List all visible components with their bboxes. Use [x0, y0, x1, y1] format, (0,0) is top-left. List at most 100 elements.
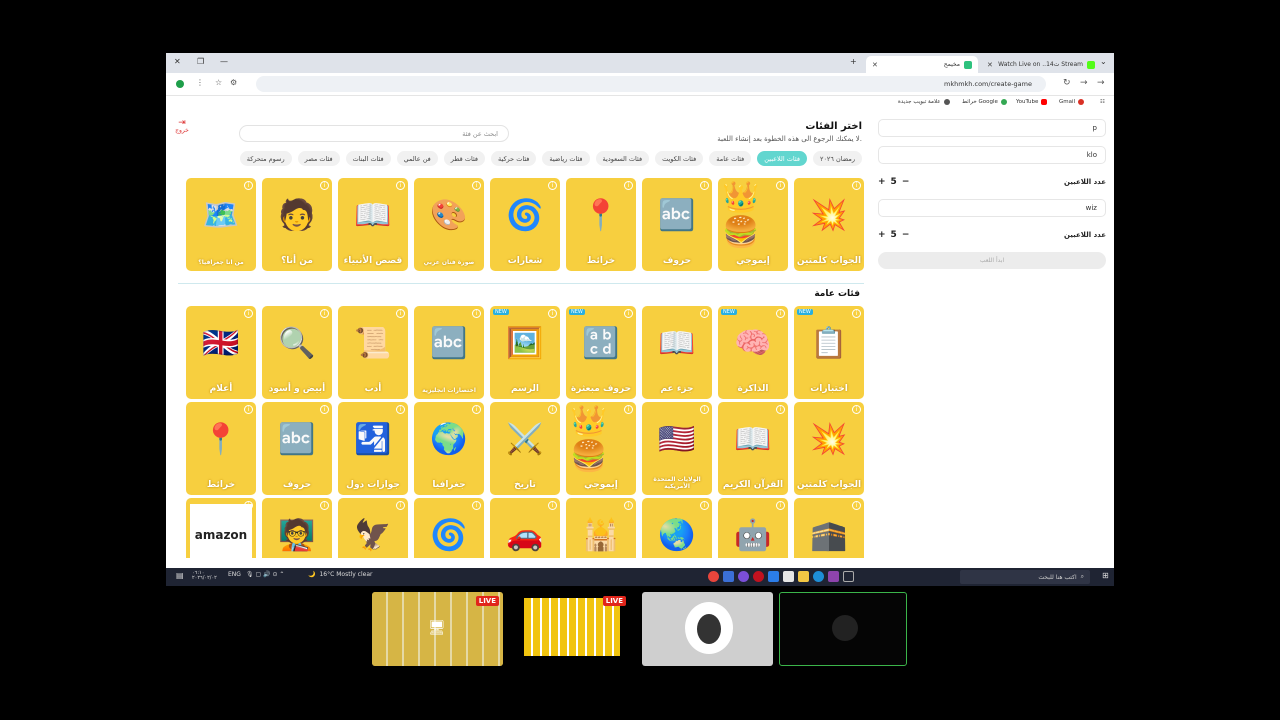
taskbar-search-input[interactable]: اكتب هنا للبحث ⌕	[960, 570, 1090, 584]
info-icon[interactable]: i	[548, 181, 557, 190]
info-icon[interactable]: i	[548, 501, 557, 510]
info-icon[interactable]: i	[320, 309, 329, 318]
exit-button[interactable]: ⇥ خروج	[174, 119, 190, 135]
category-chip[interactable]: رسوم متحركة	[239, 151, 292, 166]
category-chip[interactable]: فن عالمي	[396, 151, 438, 166]
category-card[interactable]: 🇺🇸 i الولايات المتحدة الأمريكية	[642, 402, 712, 495]
increment-button[interactable]: +	[878, 177, 886, 187]
category-card[interactable]: 🌍 i جغرافيا	[414, 402, 484, 495]
category-card[interactable]: 🌏 i	[642, 498, 712, 558]
store-icon[interactable]	[783, 571, 794, 582]
weather-widget[interactable]: 🌙 16°C Mostly clear	[308, 571, 372, 578]
info-icon[interactable]: i	[852, 501, 861, 510]
info-icon[interactable]: i	[624, 405, 633, 414]
participant-tile-speaking[interactable]	[779, 592, 907, 666]
category-card[interactable]: 🧑 i من أنا؟	[262, 178, 332, 271]
category-card[interactable]: 🗺️ i من انا جغرافيا؟	[186, 178, 256, 271]
category-card[interactable]: 📖 i قصص الأنبياء	[338, 178, 408, 271]
tab-search-icon[interactable]: ⌄	[1100, 57, 1107, 66]
reload-icon[interactable]: ↻	[1063, 78, 1071, 88]
info-icon[interactable]: i	[396, 309, 405, 318]
category-card[interactable]: 📜 i أدب	[338, 306, 408, 399]
bookmark-youtube[interactable]: YouTube	[1016, 99, 1048, 105]
category-chip[interactable]: فئات حركية	[491, 151, 537, 166]
category-card[interactable]: 🤖 i	[718, 498, 788, 558]
category-chip[interactable]: فئات اللاعبين	[757, 151, 807, 166]
team1-name-field[interactable]: p	[878, 119, 1106, 137]
category-chip[interactable]: رمضان ٢٠٢٦	[812, 151, 862, 166]
bookmark-gmail[interactable]: Gmail	[1059, 99, 1085, 105]
category-card[interactable]: 🛂 i جوازات دول	[338, 402, 408, 495]
new-tab-button[interactable]: +	[850, 57, 857, 66]
category-card[interactable]: 🔤 i حروف	[642, 178, 712, 271]
profile-avatar[interactable]	[176, 80, 184, 88]
info-icon[interactable]: i	[396, 405, 405, 414]
category-chip[interactable]: فئات قطر	[443, 151, 486, 166]
stream-preview-tile[interactable]: 🖥 LIVE	[372, 592, 503, 666]
bookmark-maps[interactable]: خرائط Google	[962, 99, 1007, 105]
category-chip[interactable]: فئات السعودية	[595, 151, 650, 166]
category-card[interactable]: 💥 i الجواب كلمتين	[794, 178, 864, 271]
info-icon[interactable]: i	[852, 405, 861, 414]
info-icon[interactable]: i	[244, 309, 253, 318]
info-icon[interactable]: i	[472, 309, 481, 318]
info-icon[interactable]: i	[548, 309, 557, 318]
task-view-icon[interactable]	[843, 571, 854, 582]
category-card[interactable]: 🔤 i حروف	[262, 402, 332, 495]
menu-dots-icon[interactable]: ⋮	[196, 78, 204, 87]
info-icon[interactable]: i	[472, 181, 481, 190]
info-icon[interactable]: i	[244, 501, 253, 510]
team2-name-field[interactable]: wiz	[878, 199, 1106, 217]
mail-icon[interactable]	[768, 571, 779, 582]
team1-second-field[interactable]: klo	[878, 146, 1106, 164]
info-icon[interactable]: i	[776, 181, 785, 190]
category-card[interactable]: 🎨 i صورة فنان عربي	[414, 178, 484, 271]
category-card[interactable]: 👑🍔 i إيموجي	[566, 402, 636, 495]
category-card[interactable]: 📋 i NEW اختبارات	[794, 306, 864, 399]
bookmark-new-tab[interactable]: علامة تبويب جديدة	[898, 99, 950, 105]
tab-active[interactable]: ✕ مخيمح	[866, 56, 978, 73]
category-card[interactable]: 🔍 i أبيض و أسود	[262, 306, 332, 399]
app-icon[interactable]	[723, 571, 734, 582]
category-card[interactable]: 🧠 i NEW الذاكرة	[718, 306, 788, 399]
back-icon[interactable]: →	[1097, 78, 1105, 88]
increment-button[interactable]: +	[878, 230, 886, 240]
info-icon[interactable]: i	[624, 181, 633, 190]
close-tab-icon[interactable]: ✕	[872, 61, 878, 69]
decrement-button[interactable]: −	[902, 230, 910, 240]
category-card[interactable]: 🌀 i شعارات	[490, 178, 560, 271]
edge-icon[interactable]	[813, 571, 824, 582]
info-icon[interactable]: i	[776, 405, 785, 414]
category-card[interactable]: 🇬🇧 i أعلام	[186, 306, 256, 399]
category-chip[interactable]: فئات الكويت	[655, 151, 704, 166]
close-tab-icon[interactable]: ✕	[987, 61, 993, 69]
extension-icon[interactable]: ⚙	[230, 78, 237, 87]
info-icon[interactable]: i	[320, 501, 329, 510]
info-icon[interactable]: i	[700, 309, 709, 318]
url-field[interactable]: mkhmkh.com/create-game	[256, 76, 1046, 92]
tray-icons[interactable]: 🎙 ▢ 🔊 ⊙ ⌃	[246, 571, 284, 578]
info-icon[interactable]: i	[776, 501, 785, 510]
info-icon[interactable]: i	[472, 501, 481, 510]
category-card[interactable]: 🦅 i	[338, 498, 408, 558]
info-icon[interactable]: i	[320, 181, 329, 190]
close-window-icon[interactable]: ✕	[174, 57, 181, 66]
category-card[interactable]: 📖 i القرآن الكريم	[718, 402, 788, 495]
category-card[interactable]: amazon i	[186, 498, 256, 558]
decrement-button[interactable]: −	[902, 177, 910, 187]
category-chip[interactable]: فئات عامة	[709, 151, 752, 166]
category-card[interactable]: 📖 i جزء عم	[642, 306, 712, 399]
category-card[interactable]: 🕌 i	[566, 498, 636, 558]
info-icon[interactable]: i	[472, 405, 481, 414]
category-card[interactable]: 🖼️ i NEW الرسم	[490, 306, 560, 399]
folder-icon[interactable]	[798, 571, 809, 582]
category-card[interactable]: 💥 i الجواب كلمتين	[794, 402, 864, 495]
opera-icon[interactable]	[753, 571, 764, 582]
start-game-button[interactable]: ابدأ اللعب	[878, 252, 1106, 269]
category-card[interactable]: 👑🍔 i إيموجي	[718, 178, 788, 271]
forward-icon[interactable]: →	[1080, 78, 1088, 88]
category-card[interactable]: 🌀 i	[414, 498, 484, 558]
restore-window-icon[interactable]: ❐	[197, 57, 204, 66]
info-icon[interactable]: i	[396, 181, 405, 190]
category-card[interactable]: 🔤 i اختصارات انجليزية	[414, 306, 484, 399]
